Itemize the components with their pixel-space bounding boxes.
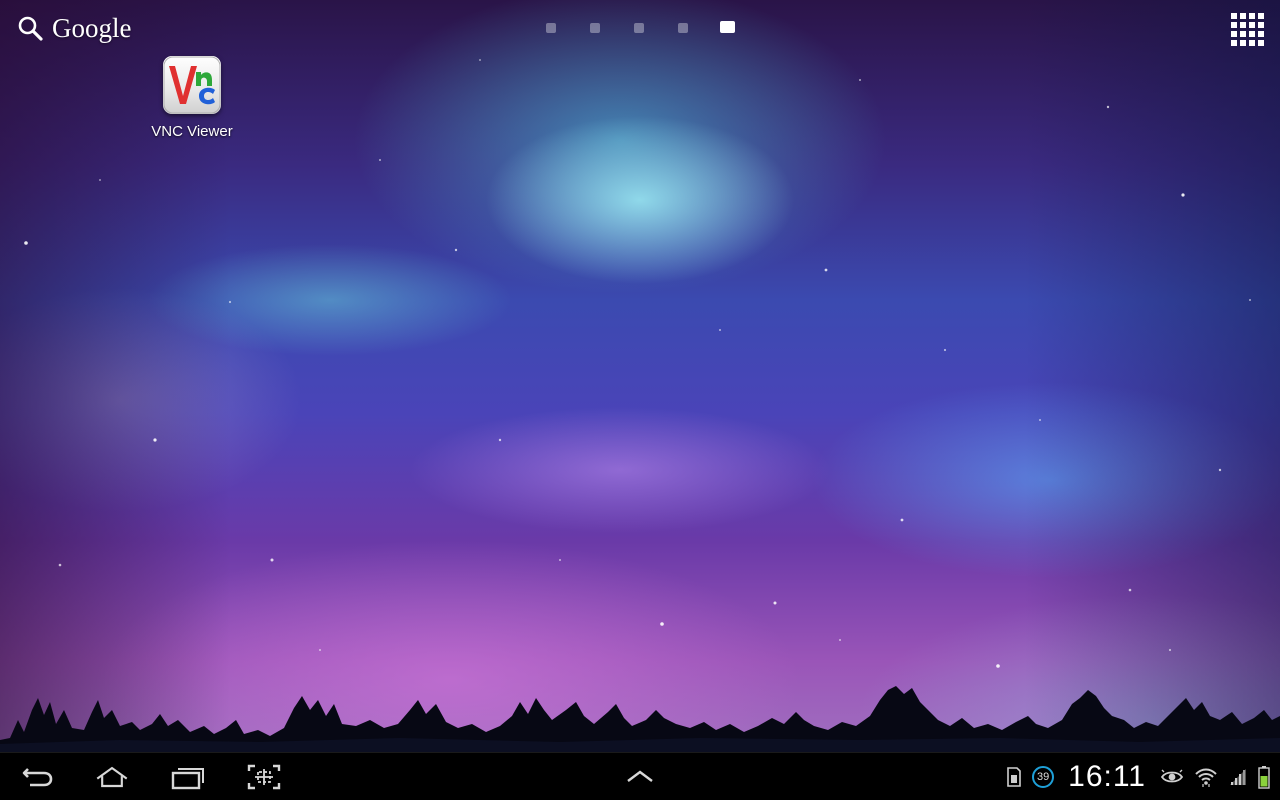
google-search-label: Google <box>52 12 132 43</box>
home-screen: Google VNC Viewer 39 16:11 <box>0 0 1280 800</box>
recent-apps-button[interactable] <box>164 761 212 793</box>
wifi-icon <box>1195 768 1217 787</box>
home-icon <box>96 766 128 788</box>
recent-apps-icon <box>171 768 204 790</box>
notification-count-icon: 39 <box>1032 766 1055 788</box>
page-dot <box>546 23 556 33</box>
expand-quick-launch-button[interactable] <box>616 761 664 793</box>
page-indicator <box>540 20 740 34</box>
page-dot <box>678 23 688 33</box>
tree-silhouette <box>0 686 1280 752</box>
home-button[interactable] <box>88 761 136 793</box>
signal-icon <box>1230 769 1246 785</box>
expand-up-icon <box>627 770 653 782</box>
apps-grid-icon[interactable] <box>1229 11 1265 47</box>
search-icon <box>18 16 43 41</box>
page-dot-active <box>720 21 735 33</box>
shortcut-label: VNC Viewer <box>151 123 233 140</box>
vnc-viewer-icon <box>163 56 221 114</box>
eye-icon <box>1160 769 1184 783</box>
screenshot-icon <box>247 764 281 790</box>
status-area[interactable]: 39 16:11 <box>1006 753 1270 800</box>
back-icon <box>22 768 53 787</box>
battery-icon <box>1258 766 1270 789</box>
google-search-bar[interactable]: Google <box>16 12 131 44</box>
screenshot-button[interactable] <box>240 761 288 793</box>
page-dot <box>590 23 600 33</box>
vnc-viewer-shortcut[interactable]: VNC Viewer <box>140 56 244 140</box>
page-dot <box>634 23 644 33</box>
system-bar: 39 16:11 <box>0 752 1280 800</box>
sd-card-icon <box>1007 767 1021 787</box>
clock: 16:11 <box>1068 760 1146 793</box>
back-button[interactable] <box>14 761 62 793</box>
